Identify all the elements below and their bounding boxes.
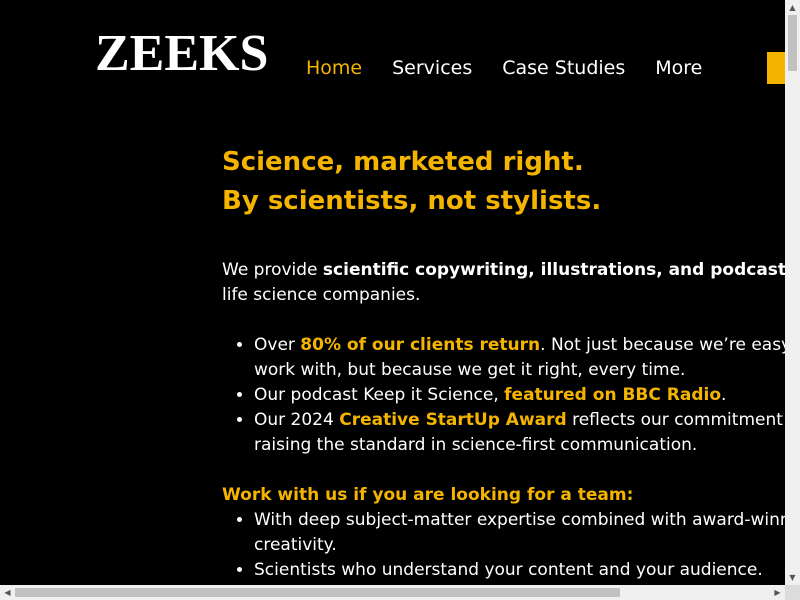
scroll-up-icon[interactable]: ▲ xyxy=(785,0,800,15)
vertical-scroll-thumb[interactable] xyxy=(788,15,797,71)
scroll-right-icon[interactable]: ▶ xyxy=(770,585,785,600)
scroll-left-icon[interactable]: ◀ xyxy=(0,585,15,600)
intro-prefix: We provide xyxy=(222,260,323,280)
stat-item-podcast: Our podcast Keep it Science, featured on… xyxy=(254,383,785,408)
stats-list: Over 80% of our clients return. Not just… xyxy=(222,333,785,458)
stat-text: Over xyxy=(254,335,301,355)
stat-item-award: Our 2024 Creative StartUp Award reflects… xyxy=(254,408,785,458)
headline-line-1: Science, marketed right. xyxy=(222,147,584,177)
stat-text: . xyxy=(721,385,727,405)
headline-line-2: By scientists, not stylists. xyxy=(222,186,602,216)
list-item: With deep subject-matter expertise combi… xyxy=(254,508,785,558)
stat-highlight: 80% of our clients return xyxy=(300,335,541,355)
intro-paragraph: We provide scientific copywriting, illus… xyxy=(222,258,785,308)
hero-headline: Science, marketed right. By scientists, … xyxy=(222,143,785,221)
scrollbar-corner xyxy=(785,585,800,600)
horizontal-scrollbar[interactable]: ◀ ▶ xyxy=(0,585,785,600)
intro-services: scientific copywriting, illustrations, a… xyxy=(322,260,785,280)
site-logo[interactable]: ZEEKS xyxy=(95,26,268,82)
nav-home[interactable]: Home xyxy=(306,55,362,81)
stat-item-returning-clients: Over 80% of our clients return. Not just… xyxy=(254,333,785,383)
vertical-scrollbar[interactable]: ▲ ▼ xyxy=(785,0,800,585)
stat-text: Our 2024 xyxy=(254,410,340,430)
work-with-us-heading: Work with us if you are looking for a te… xyxy=(222,485,634,505)
horizontal-scroll-thumb[interactable] xyxy=(15,588,620,597)
hero-content: Science, marketed right. By scientists, … xyxy=(222,143,785,583)
stat-text: Our podcast Keep it Science, xyxy=(254,385,505,405)
nav-more[interactable]: More xyxy=(655,55,702,81)
page-viewport: ZEEKS Home Services Case Studies More Sc… xyxy=(0,0,785,585)
scroll-down-icon[interactable]: ▼ xyxy=(785,570,800,585)
nav-case-studies[interactable]: Case Studies xyxy=(502,55,625,81)
main-nav: Home Services Case Studies More xyxy=(306,55,702,81)
list-item: Scientists who understand your content a… xyxy=(254,558,785,583)
nav-services[interactable]: Services xyxy=(392,55,472,81)
work-with-us-list: With deep subject-matter expertise combi… xyxy=(222,508,785,583)
stat-highlight[interactable]: Creative StartUp Award xyxy=(339,410,566,430)
cta-button[interactable] xyxy=(767,52,785,84)
stat-highlight[interactable]: featured on BBC Radio xyxy=(504,385,721,405)
